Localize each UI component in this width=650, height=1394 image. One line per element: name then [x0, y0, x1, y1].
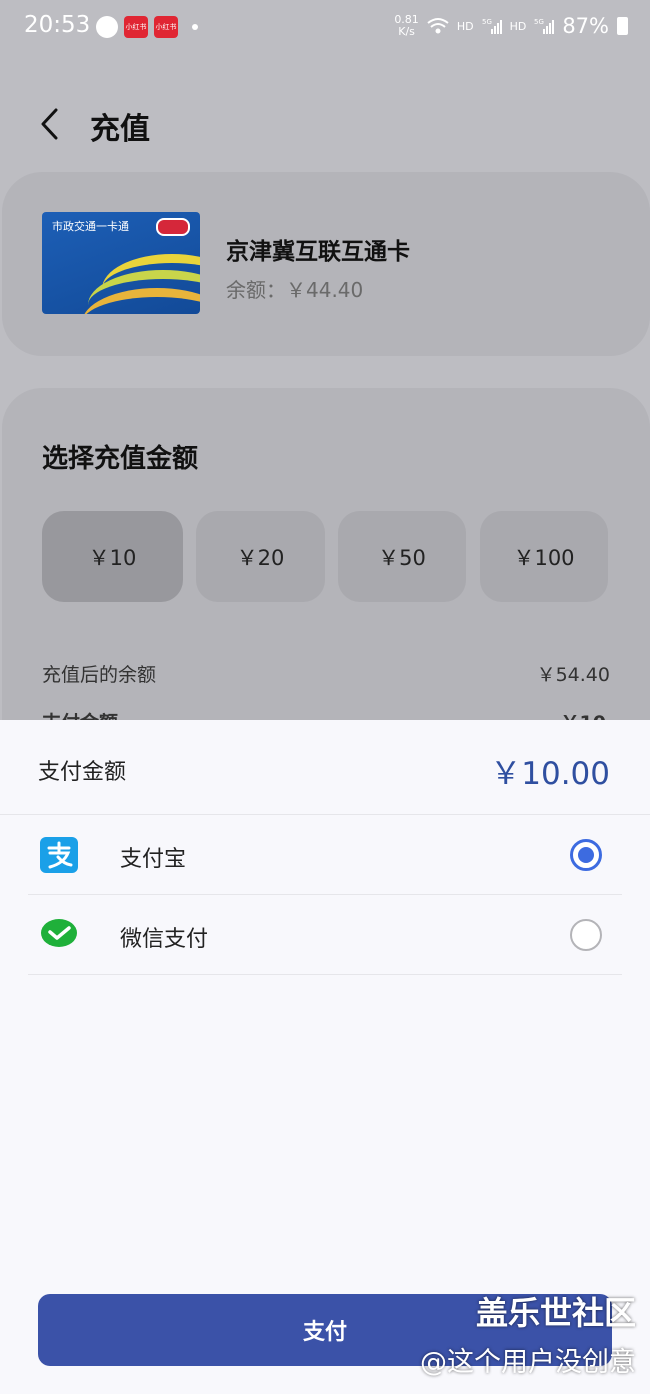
notification-icons: 小红书 小红书 [96, 16, 198, 38]
amount-option-20[interactable]: ￥20 [196, 511, 325, 602]
amount-selection-panel: 选择充值金额 ￥10 ￥20 ￥50 ￥100 充值后的余额 ￥54.40 支付… [2, 388, 650, 734]
status-time: 20:53 [24, 12, 91, 38]
payment-method-label: 微信支付 [120, 927, 209, 952]
alipay-radio[interactable] [570, 839, 602, 871]
sheet-pay-amount: ￥10.00 [490, 756, 610, 792]
card-balance: 余额：￥44.40 [226, 278, 364, 302]
signal-icon: 5G [534, 18, 555, 34]
amount-option-10[interactable]: ￥10 [42, 511, 183, 602]
wechat-pay-radio[interactable] [570, 919, 602, 951]
sheet-pay-label: 支付金额 [38, 760, 127, 785]
card-name: 京津冀互联互通卡 [226, 239, 410, 265]
more-notifications-dot-icon [192, 24, 198, 30]
transit-card-image: 市政交通一卡通 [42, 212, 200, 314]
card-info-panel: 市政交通一卡通 京津冀互联互通卡 余额：￥44.40 [2, 172, 650, 356]
payment-method-wechat[interactable]: 微信支付 [28, 895, 622, 975]
payment-method-alipay[interactable]: 支付宝 [28, 815, 622, 895]
watermark-title: 盖乐世社区 [475, 1294, 636, 1332]
battery-icon [617, 17, 628, 35]
card-logo-text: 市政交通一卡通 [52, 220, 129, 233]
alipay-icon [40, 837, 78, 873]
card-badge-icon [156, 218, 190, 236]
balance-after-value: ￥54.40 [536, 664, 610, 686]
chevron-left-icon[interactable] [36, 106, 66, 142]
title-bar: 充值 [0, 90, 650, 160]
svg-text:5G: 5G [482, 18, 492, 26]
message-icon [96, 16, 118, 38]
hd-label: HD [509, 19, 527, 33]
signal-icon: 5G [482, 18, 502, 34]
payment-amount-row: 支付金额 ￥10.00 [0, 720, 650, 815]
hd-label: HD [456, 19, 474, 33]
status-right: 0.81 K/s HD 5G HD 5G 87% [394, 14, 628, 38]
xiaohongshu-icon: 小红书 [124, 16, 148, 38]
svg-text:5G: 5G [534, 18, 544, 26]
watermark-subtitle: @这个用户没创意 [420, 1347, 636, 1378]
wechat-pay-icon [41, 919, 77, 947]
xiaohongshu-icon: 小红书 [154, 16, 178, 38]
balance-after-label: 充值后的余额 [42, 664, 157, 686]
battery-percent: 87% [562, 14, 609, 38]
payment-method-label: 支付宝 [120, 847, 187, 872]
page-title: 充值 [90, 112, 150, 147]
amount-option-100[interactable]: ￥100 [480, 511, 608, 602]
amount-section-title: 选择充值金额 [42, 444, 199, 474]
status-bar: 20:53 小红书 小红书 0.81 K/s HD 5G HD 5G 87% [0, 0, 650, 58]
network-speed: 0.81 K/s [394, 13, 419, 38]
amount-option-50[interactable]: ￥50 [338, 511, 466, 602]
wifi-icon [427, 18, 449, 34]
